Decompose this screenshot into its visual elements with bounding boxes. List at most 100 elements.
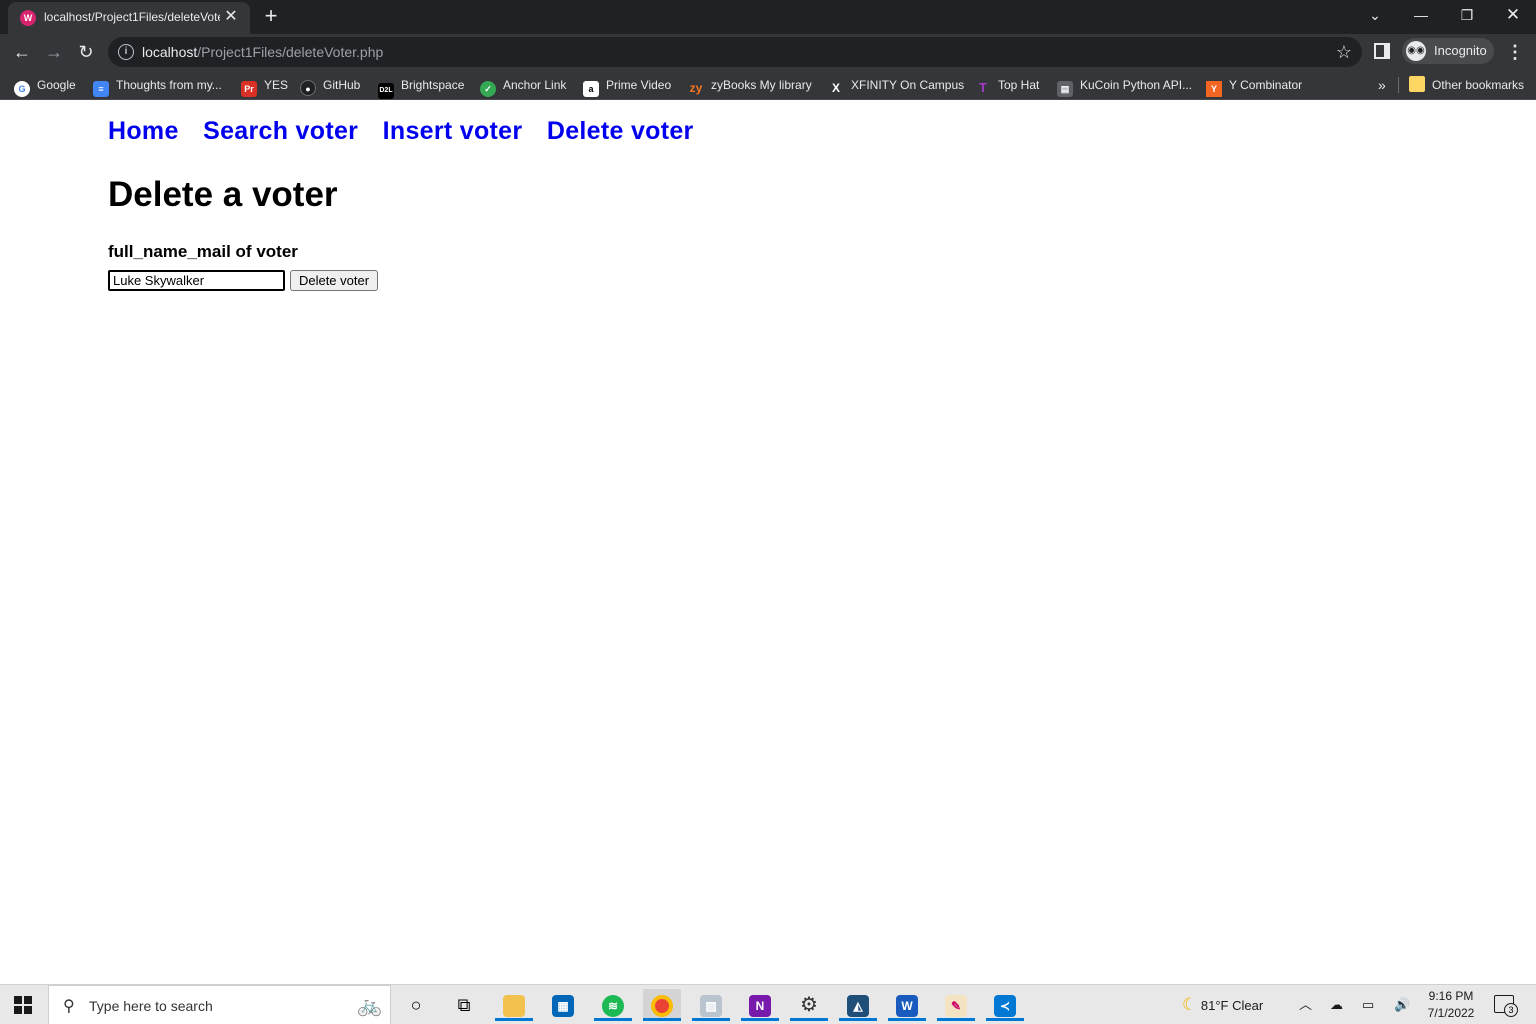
forward-icon[interactable]: →: [40, 38, 68, 66]
close-window-button[interactable]: ✕: [1490, 0, 1536, 30]
show-hidden-icons-chevron-icon[interactable]: ︿: [1299, 985, 1312, 1024]
bookmark-prime-video[interactable]: a Prime Video: [583, 76, 672, 97]
site-info-icon[interactable]: i: [118, 44, 134, 60]
microsoft-store-icon[interactable]: ▦: [544, 989, 582, 1021]
delete-voter-button[interactable]: Delete voter: [290, 270, 378, 291]
back-icon[interactable]: ←: [8, 38, 36, 66]
voter-name-input[interactable]: [108, 270, 285, 291]
browser-titlebar: W localhost/Project1Files/deleteVoter.ph…: [0, 0, 1536, 34]
d2l-icon: D2L: [378, 83, 394, 99]
spotify-icon[interactable]: ≋: [594, 989, 632, 1021]
paint-app-icon: ✎: [945, 995, 967, 1018]
windows-start-icon[interactable]: [14, 996, 32, 1014]
restore-button[interactable]: ❐: [1444, 0, 1490, 30]
kucoin-icon: ▤: [1057, 81, 1073, 97]
url-text[interactable]: localhost/Project1Files/deleteVoter.php: [142, 44, 383, 60]
settings-gear-icon[interactable]: ⚙: [790, 989, 828, 1021]
bookmark-label: GitHub: [323, 78, 361, 92]
bookmark-star-icon[interactable]: ☆: [1336, 41, 1352, 63]
word-icon[interactable]: W: [888, 989, 926, 1021]
kebab-menu-icon[interactable]: ⋮: [1506, 40, 1524, 64]
nav-link-home[interactable]: Home: [108, 117, 179, 145]
reload-icon[interactable]: ↻: [72, 38, 100, 66]
chrome-icon[interactable]: [643, 989, 681, 1021]
bookmark-label: zyBooks My library: [711, 78, 812, 92]
bookmark-y-combinator[interactable]: Y Y Combinator: [1206, 76, 1302, 97]
browser-toolbar: ← → ↻ i localhost/Project1Files/deleteVo…: [0, 34, 1536, 70]
tab-search-icon[interactable]: ⌄: [1352, 0, 1398, 30]
word-app-icon: W: [896, 995, 918, 1018]
bookmark-google[interactable]: G Google: [14, 76, 76, 97]
volume-icon[interactable]: 🔊: [1394, 985, 1410, 1024]
onedrive-cloud-icon[interactable]: ☁: [1330, 985, 1343, 1024]
other-bookmarks-label: Other bookmarks: [1432, 78, 1525, 92]
search-placeholder: Type here to search: [89, 998, 213, 1014]
github-icon: ●: [300, 80, 316, 96]
tab-title: localhost/Project1Files/deleteVoter.php: [44, 10, 220, 24]
mysql-app-icon: ◭: [847, 995, 869, 1018]
side-panel-icon[interactable]: [1374, 43, 1390, 59]
bookmark-label: Prime Video: [606, 78, 672, 92]
cortana-icon[interactable]: ○: [397, 989, 435, 1021]
minimize-button[interactable]: —: [1398, 0, 1444, 30]
bookmark-github[interactable]: ● GitHub: [300, 76, 361, 96]
taskbar: ⚲ Type here to search 🚲 ○ ⧉ ▦ ≋ ▨ N ⚙ ◭ …: [0, 984, 1536, 1024]
bookmark-kucoin[interactable]: ▤ KuCoin Python API...: [1057, 76, 1193, 97]
bookmarks-overflow-button[interactable]: »: [1378, 76, 1386, 94]
bookmark-zybooks[interactable]: zy zyBooks My library: [688, 76, 812, 95]
weather-widget[interactable]: ☾ 81°F Clear: [1182, 985, 1263, 1024]
address-bar[interactable]: i localhost/Project1Files/deleteVoter.ph…: [108, 37, 1362, 67]
bookmark-label: Brightspace: [401, 78, 465, 92]
ycombinator-icon: Y: [1206, 81, 1222, 97]
docs-icon: ≡: [93, 81, 109, 97]
bicycle-search-highlight-icon: 🚲: [357, 995, 382, 1017]
bookmark-brightspace[interactable]: D2L Brightspace: [378, 76, 465, 99]
page-title: Delete a voter: [108, 175, 338, 214]
mysql-workbench-icon[interactable]: ◭: [839, 989, 877, 1021]
paint-icon[interactable]: ✎: [937, 989, 975, 1021]
moon-icon: ☾: [1182, 995, 1198, 1014]
new-tab-button[interactable]: +: [258, 4, 284, 30]
bookmark-separator: [1398, 77, 1399, 93]
task-view-icon[interactable]: ⧉: [445, 989, 483, 1021]
bookmark-label: KuCoin Python API...: [1080, 78, 1193, 92]
incognito-badge[interactable]: ◉◉ Incognito: [1402, 38, 1494, 64]
zybooks-icon: zy: [689, 81, 703, 95]
voter-name-label: full_name_mail of voter: [108, 242, 298, 261]
incognito-icon: ◉◉: [1406, 41, 1426, 61]
file-explorer-icon[interactable]: [495, 989, 533, 1021]
clock-time: 9:16 PM: [1428, 989, 1474, 1003]
photos-app-icon: ▨: [700, 995, 722, 1018]
vscode-app-icon: ≺: [994, 995, 1016, 1018]
photos-icon[interactable]: ▨: [692, 989, 730, 1021]
site-nav: Home Search voter Insert voter Delete vo…: [108, 117, 714, 146]
xfinity-icon: X: [831, 81, 840, 95]
nav-link-delete-voter[interactable]: Delete voter: [547, 117, 694, 145]
system-clock[interactable]: 9:16 PM 7/1/2022: [1420, 988, 1482, 1022]
close-tab-icon[interactable]: ✕: [222, 8, 240, 26]
bookmark-top-hat[interactable]: T Top Hat: [975, 76, 1039, 95]
onenote-icon[interactable]: N: [741, 989, 779, 1021]
nav-link-insert-voter[interactable]: Insert voter: [383, 117, 523, 145]
gear-icon: ⚙: [800, 994, 818, 1016]
chrome-app-icon: [651, 995, 673, 1018]
url-path: /Project1Files/deleteVoter.php: [197, 44, 384, 60]
spotify-app-icon: ≋: [602, 995, 624, 1018]
nav-link-search-voter[interactable]: Search voter: [203, 117, 358, 145]
php-favicon-icon: W: [20, 10, 36, 26]
bookmark-anchor-link[interactable]: ✓ Anchor Link: [480, 76, 566, 97]
google-icon: G: [14, 81, 30, 97]
bookmark-xfinity[interactable]: X XFINITY On Campus: [828, 76, 964, 95]
other-bookmarks-folder[interactable]: Other bookmarks: [1409, 76, 1524, 94]
bookmark-thoughts[interactable]: ≡ Thoughts from my...: [93, 76, 222, 97]
amazon-icon: a: [583, 81, 599, 97]
browser-tab[interactable]: W localhost/Project1Files/deleteVoter.ph…: [8, 2, 250, 34]
bookmark-yes[interactable]: Pr YES: [241, 76, 288, 97]
taskbar-search-box[interactable]: ⚲ Type here to search 🚲: [48, 985, 391, 1024]
incognito-label: Incognito: [1434, 43, 1487, 58]
tophat-icon: T: [979, 80, 987, 95]
anchor-icon: ✓: [480, 81, 496, 97]
battery-icon[interactable]: ▭: [1362, 985, 1374, 1024]
page-content: Home Search voter Insert voter Delete vo…: [0, 101, 1536, 983]
vscode-icon[interactable]: ≺: [986, 989, 1024, 1021]
